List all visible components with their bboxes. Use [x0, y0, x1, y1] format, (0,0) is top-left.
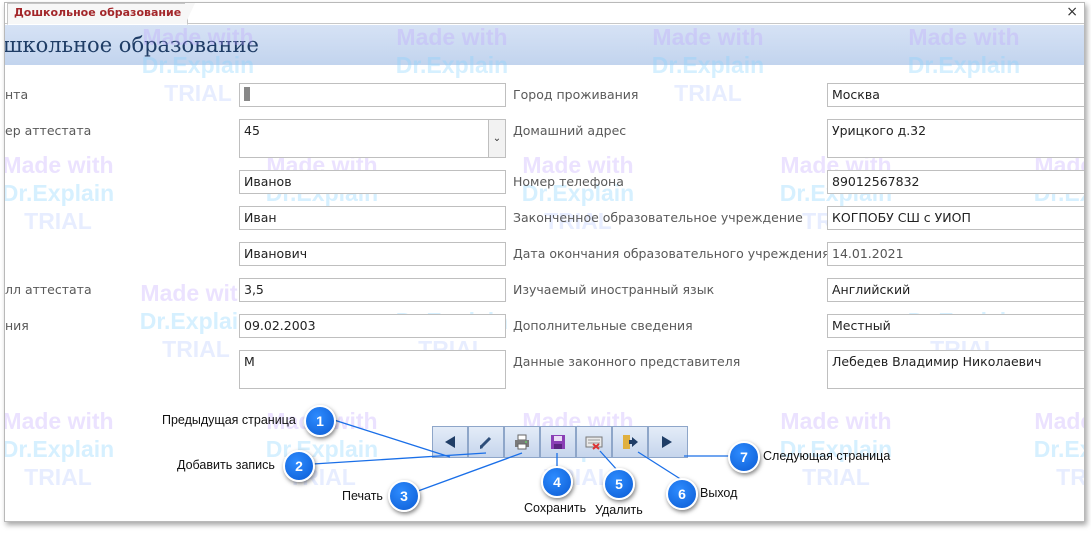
callout-line — [637, 451, 683, 481]
callout-1: 1 — [304, 405, 336, 437]
callout-6: 6 — [666, 478, 698, 510]
callout-5: 5 — [603, 468, 635, 500]
callout-7: 7 — [728, 441, 760, 473]
callout-label-5: Удалить — [595, 503, 643, 517]
callout-line — [417, 452, 523, 492]
callout-4: 4 — [541, 466, 573, 498]
callout-lines — [312, 419, 730, 492]
callout-line — [333, 419, 451, 458]
callout-label-2: Добавить запись — [177, 458, 275, 472]
callout-label-7: Следующая страница — [763, 449, 891, 463]
callout-label-6: Выход — [700, 486, 738, 500]
callout-label-4: Сохранить — [524, 501, 587, 515]
callout-2: 2 — [283, 450, 315, 482]
callout-label-1: Предыдущая страница — [162, 413, 296, 427]
callout-label-3: Печать — [342, 489, 383, 503]
callout-line — [312, 452, 487, 465]
callout-3: 3 — [388, 480, 420, 512]
